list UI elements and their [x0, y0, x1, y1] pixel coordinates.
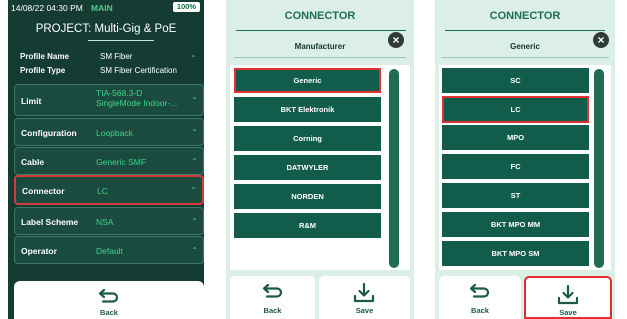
title-divider — [236, 30, 406, 31]
profile-type-value: SM Fiber Certification — [100, 66, 177, 75]
screen-subtitle: Manufacturer — [294, 42, 346, 51]
setting-row-operator[interactable]: Operator Default ⌃ — [14, 236, 204, 264]
setting-label: Cable — [21, 157, 45, 167]
setting-value: Loopback — [96, 128, 133, 138]
chevron-up-icon: ⌃ — [191, 96, 198, 105]
back-button[interactable]: Back — [439, 276, 521, 319]
connector-manufacturer-screen: CONNECTOR Manufacturer × Generic BKT Ele… — [226, 0, 414, 319]
battery-indicator: 100% — [173, 2, 200, 12]
setting-row-connector[interactable]: Connector LC ⌃ — [14, 175, 204, 205]
chevron-up-icon[interactable]: ⌃ — [190, 54, 197, 63]
list-item[interactable]: R&M — [234, 213, 381, 238]
list-item[interactable]: NORDEN — [234, 184, 381, 209]
back-arrow-icon — [262, 283, 283, 298]
list-item-lc[interactable]: LC — [442, 96, 589, 123]
save-label: Save — [559, 308, 577, 317]
back-label: Back — [263, 306, 282, 315]
subtitle-divider — [441, 57, 609, 58]
setting-value: Default — [96, 246, 123, 256]
list-item[interactable]: ST — [442, 183, 589, 208]
chevron-up-icon: ⌃ — [190, 186, 197, 195]
back-label: Back — [471, 306, 489, 315]
setting-label: Limit — [21, 96, 42, 106]
save-button[interactable]: Save — [319, 276, 410, 319]
profile-settings-screen: 14/08/22 04:30 PM MAIN 100% PROJECT: Mul… — [8, 0, 204, 319]
list-item-generic[interactable]: Generic — [234, 68, 381, 93]
save-label: Save — [355, 306, 374, 315]
connector-type-screen: CONNECTOR Generic × SC LC MPO FC ST BKT … — [435, 0, 615, 319]
status-time: 14/08/22 04:30 PM — [11, 3, 83, 13]
close-icon[interactable]: × — [593, 32, 609, 48]
profile-name-label: Profile Name — [20, 52, 69, 61]
list-item[interactable]: BKT MPO MM — [442, 212, 589, 237]
scrollbar[interactable] — [389, 69, 399, 268]
setting-value: Generic SMF — [96, 157, 147, 167]
screen-title: CONNECTOR — [489, 10, 561, 22]
setting-label: Connector — [22, 186, 65, 196]
close-icon[interactable]: × — [388, 32, 404, 48]
screen-subtitle: Generic — [510, 42, 540, 51]
profile-name-value: SM Fiber — [100, 52, 133, 61]
back-button[interactable]: Back — [230, 276, 315, 319]
save-button[interactable]: Save — [524, 276, 612, 319]
back-label: Back — [100, 308, 118, 317]
chevron-up-icon: ⌃ — [191, 128, 198, 137]
status-bar: 14/08/22 04:30 PM MAIN 100% — [8, 0, 204, 14]
screen-title: CONNECTOR — [284, 10, 356, 22]
setting-label: Operator — [21, 246, 57, 256]
title-divider — [445, 30, 605, 31]
back-button[interactable]: Back — [14, 281, 204, 319]
list-item[interactable]: BKT MPO SM — [442, 241, 589, 266]
project-title-underline — [88, 40, 154, 41]
setting-row-label-scheme[interactable]: Label Scheme NSA ⌃ — [14, 207, 204, 235]
setting-value: TIA-568.3-D SingleMode Indoor-... — [96, 88, 178, 108]
list-item[interactable]: MPO — [442, 125, 589, 150]
setting-label: Configuration — [21, 128, 77, 138]
list-item[interactable]: FC — [442, 154, 589, 179]
profile-type-label: Profile Type — [20, 66, 66, 75]
subtitle-divider — [234, 57, 406, 58]
chevron-up-icon: ⌃ — [191, 157, 198, 166]
setting-row-limit[interactable]: Limit TIA-568.3-D SingleMode Indoor-... … — [14, 84, 204, 116]
scrollbar[interactable] — [594, 69, 604, 268]
save-download-icon — [557, 284, 579, 305]
setting-value: NSA — [96, 217, 114, 227]
list-item[interactable]: BKT Elektronik — [234, 97, 381, 122]
project-title: PROJECT: Multi-Gig & PoE — [35, 23, 177, 35]
status-mode: MAIN — [91, 3, 113, 13]
back-arrow-icon — [98, 288, 119, 303]
list-item[interactable]: Corning — [234, 126, 381, 151]
chevron-up-icon: ⌃ — [191, 246, 198, 255]
back-arrow-icon — [469, 283, 490, 298]
save-download-icon — [353, 282, 375, 303]
chevron-up-icon: ⌃ — [191, 217, 198, 226]
list-item[interactable]: DATWYLER — [234, 155, 381, 180]
setting-value: LC — [97, 186, 108, 196]
setting-row-cable[interactable]: Cable Generic SMF ⌃ — [14, 147, 204, 175]
setting-label: Label Scheme — [21, 217, 79, 227]
setting-row-configuration[interactable]: Configuration Loopback ⌃ — [14, 118, 204, 146]
list-item[interactable]: SC — [442, 68, 589, 93]
